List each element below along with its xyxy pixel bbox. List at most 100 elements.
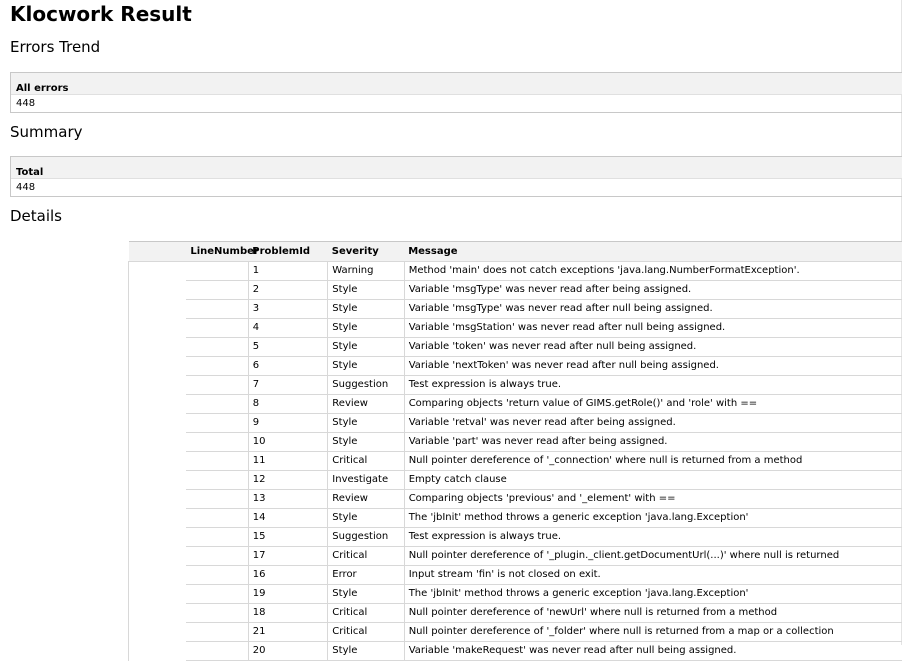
cell-line-number	[186, 546, 249, 566]
cell-severity: Error	[327, 565, 405, 585]
cell-problem-id: 18	[247, 603, 328, 623]
cell-message: Input stream 'fin' is not closed on exit…	[403, 565, 902, 585]
cell-problem-id: 15	[247, 527, 328, 547]
cell-problem-id: 11	[247, 451, 328, 471]
cell-severity: Style	[327, 641, 405, 661]
table-row: 3 Style Variable 'msgType' was never read …	[128, 299, 902, 319]
details-header-row: LineNumber ProblemId Severity Message	[128, 241, 902, 262]
all-errors-header: All errors	[10, 72, 902, 95]
row-spacer	[128, 622, 187, 642]
table-row: 7 Suggestion Test expression is always tru…	[128, 375, 902, 395]
cell-severity: Style	[327, 356, 405, 376]
cell-severity: Style	[327, 432, 405, 452]
details-table: LineNumber ProblemId Severity Message 1W…	[128, 241, 902, 661]
table-row: 13 Review Comparing objects 'previous' and…	[128, 489, 902, 509]
row-spacer	[128, 527, 187, 547]
cell-message: Variable 'msgStation' was never read aft…	[403, 318, 902, 338]
cell-problem-id: 13	[247, 489, 328, 509]
total-header: Total	[10, 156, 902, 179]
cell-line-number	[186, 280, 249, 300]
details-header-spacer	[128, 241, 187, 262]
cell-line-number	[186, 508, 249, 528]
cell-line-number	[186, 565, 249, 585]
cell-line-number	[186, 470, 249, 490]
table-row: 19 Style The 'jbInit' method throws a gene…	[128, 584, 902, 604]
cell-line-number	[186, 603, 249, 623]
cell-message: Comparing objects 'previous' and '_eleme…	[403, 489, 902, 509]
table-row: 18 Critical Null pointer dereference of 'n…	[128, 603, 902, 623]
row-spacer	[128, 603, 187, 623]
cell-problem-id: 2	[247, 280, 328, 300]
table-row: 8 Review Comparing objects 'return value o…	[128, 394, 902, 414]
errors-trend-table: All errors 448	[10, 72, 902, 113]
cell-problem-id: 10	[247, 432, 328, 452]
page-title: Klocwork Result	[10, 2, 192, 26]
cell-line-number	[186, 489, 249, 509]
details-body: 1 Warning Method 'main' does not catch exc…	[128, 261, 902, 661]
col-header-line-number: LineNumber	[186, 241, 259, 262]
cell-message: Null pointer dereference of 'newUrl' whe…	[403, 603, 902, 623]
cell-severity: Style	[327, 584, 405, 604]
cell-problem-id: 19	[247, 584, 328, 604]
row-spacer	[128, 280, 187, 300]
cell-severity: Critical	[327, 451, 405, 471]
cell-severity: Critical	[327, 622, 405, 642]
cell-line-number	[186, 584, 249, 604]
cell-line-number	[186, 451, 249, 471]
cell-message: Method 'main' does not catch exceptions …	[403, 261, 902, 281]
cell-line-number	[186, 622, 249, 642]
total-value: 448	[10, 178, 902, 197]
cell-message: Comparing objects 'return value of GIMS.…	[403, 394, 902, 414]
cell-message: Empty catch clause	[403, 470, 902, 490]
row-spacer	[128, 641, 187, 661]
row-spacer	[128, 337, 187, 357]
cell-problem-id: 17	[247, 546, 328, 566]
cell-message: Null pointer dereference of '_connection…	[403, 451, 902, 471]
row-spacer	[128, 432, 187, 452]
cell-problem-id: 1	[247, 261, 328, 281]
cell-line-number	[186, 394, 249, 414]
table-row: 16 Error Input stream 'fin' is not closed …	[128, 565, 902, 585]
cell-line-number	[186, 641, 249, 661]
table-row: 9 Style Variable 'retval' was never read a…	[128, 413, 902, 433]
cell-line-number	[186, 337, 249, 357]
row-spacer	[128, 299, 187, 319]
cell-problem-id: 20	[247, 641, 328, 661]
row-spacer	[128, 394, 187, 414]
row-spacer	[128, 489, 187, 509]
cell-problem-id: 21	[247, 622, 328, 642]
cell-severity: Style	[327, 508, 405, 528]
col-header-severity: Severity	[327, 241, 405, 262]
table-row: 5 Style Variable 'token' was never read af…	[128, 337, 902, 357]
cell-message: Variable 'msgType' was never read after …	[403, 299, 902, 319]
table-row: 20 Style Variable 'makeRequest' was never …	[128, 641, 902, 661]
cell-severity: Critical	[327, 603, 405, 623]
row-spacer	[128, 470, 187, 490]
row-spacer	[128, 584, 187, 604]
row-spacer	[128, 508, 187, 528]
cell-severity: Style	[327, 280, 405, 300]
row-spacer	[128, 375, 187, 395]
summary-table: Total 448	[10, 156, 902, 197]
cell-severity: Style	[327, 413, 405, 433]
cell-problem-id: 4	[247, 318, 328, 338]
cell-problem-id: 6	[247, 356, 328, 376]
cell-severity: Style	[327, 299, 405, 319]
table-row: 14 Style The 'jbInit' method throws a gene…	[128, 508, 902, 528]
cell-message: Null pointer dereference of '_plugin._cl…	[403, 546, 902, 566]
table-row: 11 Critical Null pointer dereference of '_…	[128, 451, 902, 471]
cell-severity: Review	[327, 489, 405, 509]
cell-severity: Style	[327, 318, 405, 338]
cell-line-number	[186, 356, 249, 376]
cell-severity: Suggestion	[327, 527, 405, 547]
cell-severity: Review	[327, 394, 405, 414]
cell-problem-id: 14	[247, 508, 328, 528]
cell-line-number	[186, 432, 249, 452]
cell-severity: Critical	[327, 546, 405, 566]
cell-message: Variable 'token' was never read after nu…	[403, 337, 902, 357]
cell-severity: Suggestion	[327, 375, 405, 395]
cell-problem-id: 12	[247, 470, 328, 490]
table-row: 2 Style Variable 'msgType' was never read …	[128, 280, 902, 300]
table-row: 15 Suggestion Test expression is always tr…	[128, 527, 902, 547]
row-spacer	[128, 413, 187, 433]
